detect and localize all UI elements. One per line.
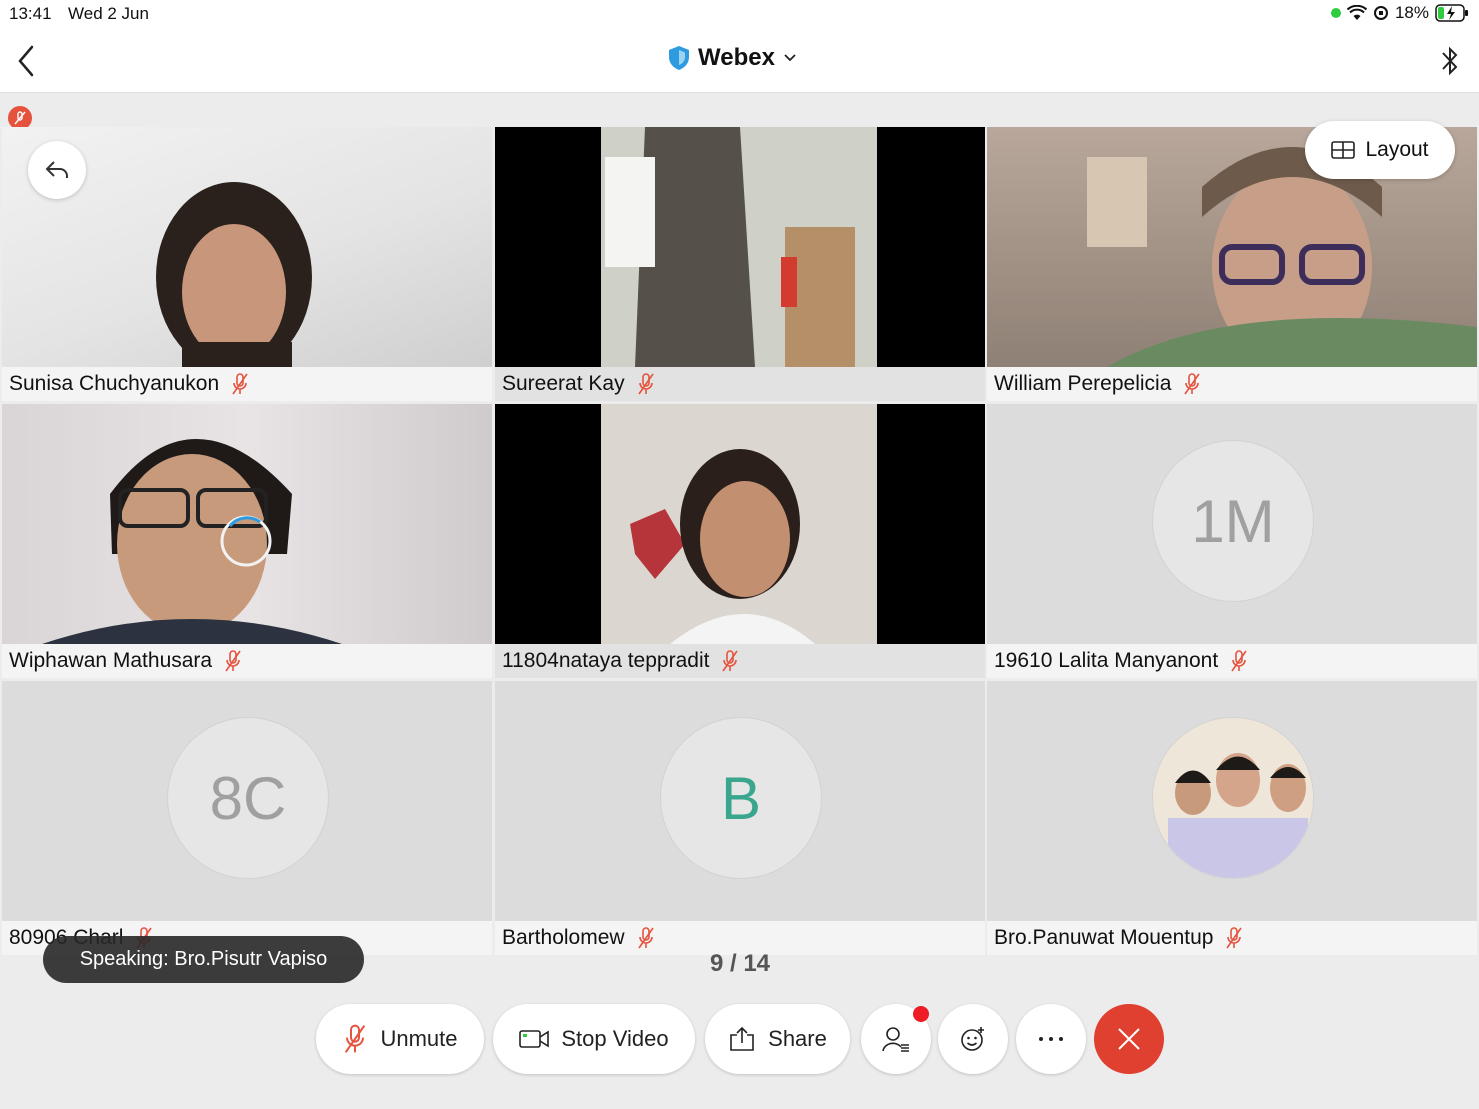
participant-video	[495, 127, 985, 367]
participants-button[interactable]	[861, 1004, 931, 1074]
participant-name: Sunisa Chuchyanukon	[9, 372, 220, 395]
unmute-button[interactable]: Unmute	[316, 1004, 484, 1074]
participant-namebar: 11804nataya teppradit	[495, 644, 985, 678]
participant-namebar: William Perepelicia	[987, 367, 1477, 401]
notification-dot	[913, 1006, 929, 1022]
participant-namebar: Sureerat Kay	[495, 367, 985, 401]
participant-name: 11804nataya teppradit	[502, 649, 710, 672]
status-bar: 13:41 Wed 2 Jun 18%	[0, 0, 1479, 30]
participants-icon	[882, 1027, 909, 1052]
layout-grid-icon	[1331, 141, 1356, 159]
active-speaker-label: Speaking: Bro.Pisutr Vapiso	[79, 948, 328, 970]
end-call-button[interactable]	[1094, 1004, 1164, 1074]
participant-silhouette	[601, 127, 877, 367]
participant-tile[interactable]: Sureerat Kay	[495, 127, 985, 401]
participant-avatar: 8C	[167, 717, 329, 879]
close-icon	[1118, 1028, 1140, 1050]
unmute-label: Unmute	[380, 1026, 458, 1051]
mic-muted-icon	[345, 1024, 366, 1053]
stop-video-label: Stop Video	[561, 1026, 669, 1051]
app-title-label: Webex	[698, 44, 775, 71]
meeting-title-dropdown[interactable]: Webex	[668, 44, 797, 72]
share-label: Share	[768, 1026, 827, 1051]
orientation-lock-icon	[1373, 6, 1388, 20]
mic-muted-icon	[637, 927, 654, 949]
participant-name: Wiphawan Mathusara	[9, 649, 213, 672]
participant-namebar: Sunisa Chuchyanukon	[2, 367, 492, 401]
layout-button-label: Layout	[1365, 138, 1429, 161]
participant-photo	[1153, 718, 1313, 878]
participant-name: Bro.Panuwat Mouentup	[994, 926, 1214, 949]
nav-bar: Webex	[0, 30, 1479, 93]
emoji-add-icon	[961, 1027, 984, 1051]
mic-muted-icon	[225, 650, 241, 672]
share-upload-icon	[730, 1026, 754, 1051]
participant-namebar: 19610 Lalita Manyanont	[987, 644, 1477, 678]
avatar-initials: 8C	[209, 764, 287, 832]
avatar-initials: 1M	[1191, 487, 1275, 555]
more-dots-icon	[1039, 1037, 1063, 1041]
mic-muted-icon	[1226, 927, 1243, 949]
participant-tile[interactable]: Wiphawan Mathusara	[2, 404, 492, 678]
participant-name: Sureerat Kay	[502, 372, 625, 395]
battery-charging-icon	[1435, 4, 1468, 22]
participant-namebar: Wiphawan Mathusara	[2, 644, 492, 678]
participant-name: William Perepelicia	[994, 372, 1172, 395]
reply-arrow-icon	[45, 161, 68, 178]
status-time: 13:41	[9, 4, 52, 23]
status-date: Wed 2 Jun	[68, 4, 149, 23]
participant-video	[495, 404, 985, 644]
mic-muted-icon	[722, 650, 739, 672]
participant-silhouette	[601, 404, 877, 644]
mic-muted-icon	[1231, 650, 1247, 672]
avatar-initials: B	[720, 764, 762, 832]
layout-button[interactable]: Layout	[1305, 121, 1455, 179]
reactions-button[interactable]	[938, 1004, 1008, 1074]
bluetooth-icon[interactable]	[1439, 44, 1461, 78]
video-camera-icon	[519, 1030, 550, 1048]
participant-tile[interactable]: B Bartholomew	[495, 681, 985, 955]
share-button[interactable]: Share	[705, 1004, 850, 1074]
participant-tile[interactable]: Bro.Panuwat Mouentup	[987, 681, 1477, 955]
more-options-button[interactable]	[1016, 1004, 1086, 1074]
back-chevron-icon[interactable]	[14, 44, 40, 78]
wifi-icon	[1346, 5, 1367, 20]
chevron-down-icon	[784, 54, 796, 62]
camera-in-use-dot	[1330, 8, 1341, 18]
participant-silhouette	[42, 439, 342, 644]
participant-tile[interactable]: 1M 19610 Lalita Manyanont	[987, 404, 1477, 678]
meeting-controls: Unmute Stop Video Share	[0, 1004, 1479, 1076]
active-speaker-toast: Speaking: Bro.Pisutr Vapiso	[43, 936, 364, 983]
participant-avatar: 1M	[1152, 440, 1314, 602]
participant-tile[interactable]: 8C 80906 Charl	[2, 681, 492, 955]
participant-namebar: Bro.Panuwat Mouentup	[987, 921, 1477, 955]
participant-name: Bartholomew	[502, 926, 625, 949]
participant-name: 19610 Lalita Manyanont	[994, 649, 1219, 672]
mic-muted-icon	[637, 373, 654, 395]
participant-tile[interactable]: 11804nataya teppradit	[495, 404, 985, 678]
mic-muted-icon	[14, 111, 26, 125]
reply-back-button[interactable]	[28, 141, 86, 199]
page-indicator: 9 / 14	[709, 950, 771, 977]
mic-muted-icon	[1184, 373, 1201, 395]
stop-video-button[interactable]: Stop Video	[493, 1004, 695, 1074]
participant-avatar: B	[660, 717, 822, 879]
shield-icon	[669, 46, 689, 70]
mic-muted-icon	[232, 373, 248, 395]
status-indicators: 18%	[1330, 3, 1469, 23]
battery-percent: 18%	[1394, 3, 1429, 22]
participant-video	[2, 404, 492, 644]
participant-avatar-photo	[1152, 717, 1314, 879]
